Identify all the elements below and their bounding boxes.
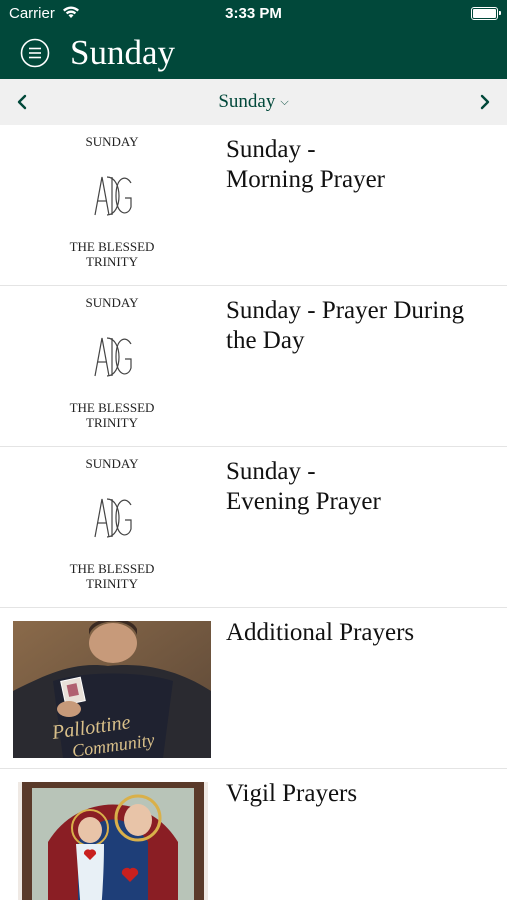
page-title: Sunday	[70, 33, 175, 72]
battery-icon	[471, 7, 501, 20]
day-selector-bar: Sunday ⌵	[0, 79, 507, 125]
chevron-right-icon	[480, 94, 490, 110]
madonna-painting-image	[18, 782, 208, 900]
list-item-additional-prayers[interactable]: Pallottine Community Additional Prayers	[0, 608, 507, 769]
trinity-thumbnail: SUNDAY THE BLESSED TRINITY	[12, 292, 212, 442]
menu-button[interactable]	[20, 38, 50, 68]
thumbnail-feast-label: THE BLESSED TRINITY	[69, 400, 155, 430]
day-dropdown[interactable]: Sunday ⌵	[0, 91, 507, 113]
thumbnail-feast-label: THE BLESSED TRINITY	[69, 561, 155, 591]
day-dropdown-label: Sunday	[218, 91, 276, 112]
prayer-list: SUNDAY THE BLESSED TRINITY Sunday - Morn…	[0, 125, 507, 900]
list-item-evening-prayer[interactable]: SUNDAY THE BLESSED TRINITY Sunday - Even…	[0, 447, 507, 608]
menu-icon	[20, 38, 50, 68]
aidg-monogram-icon	[94, 176, 132, 216]
thumbnail-day-label: SUNDAY	[85, 134, 139, 149]
list-item-morning-prayer[interactable]: SUNDAY THE BLESSED TRINITY Sunday - Morn…	[0, 125, 507, 286]
status-time: 3:33 PM	[225, 5, 282, 22]
aidg-monogram-icon	[94, 337, 132, 377]
list-item-title: Sunday - Evening Prayer	[226, 458, 381, 515]
thumbnail-day-label: SUNDAY	[85, 456, 139, 471]
trinity-thumbnail: SUNDAY THE BLESSED TRINITY	[12, 131, 212, 281]
list-item-prayer-during-day[interactable]: SUNDAY THE BLESSED TRINITY Sunday - Pray…	[0, 286, 507, 447]
status-bar: Carrier 3:33 PM	[0, 0, 507, 28]
list-item-title: Vigil Prayers	[226, 780, 358, 807]
list-item-vigil-prayers[interactable]: Vigil Prayers	[0, 769, 507, 900]
next-day-button[interactable]	[475, 91, 495, 113]
pallottine-painting-image: Pallottine Community	[13, 621, 211, 758]
trinity-thumbnail: SUNDAY THE BLESSED TRINITY	[12, 453, 212, 603]
app-header: Carrier 3:33 PM Sunday	[0, 0, 507, 79]
chevron-down-icon: ⌵	[280, 95, 289, 108]
thumbnail-day-label: SUNDAY	[85, 295, 139, 310]
aidg-monogram-icon	[94, 498, 132, 538]
list-item-title: Sunday - Morning Prayer	[226, 136, 385, 193]
list-item-title: Sunday - Prayer During the Day	[226, 297, 465, 354]
list-item-title: Additional Prayers	[226, 619, 415, 646]
thumbnail-feast-label: THE BLESSED TRINITY	[69, 239, 155, 269]
